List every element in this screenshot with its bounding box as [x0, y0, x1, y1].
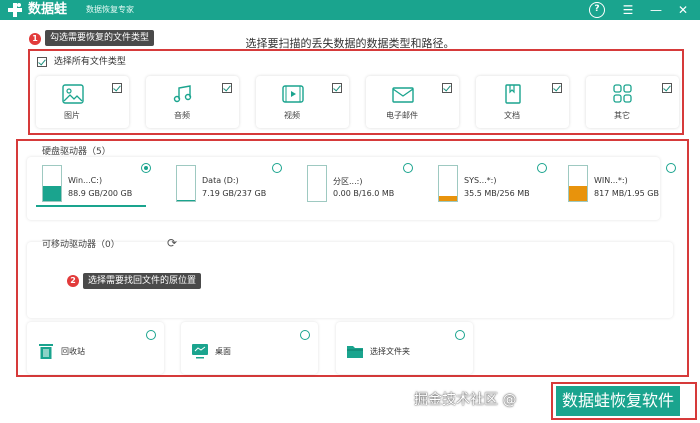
drive-item[interactable]: SYS...*:) 35.5 MB/256 MB: [434, 162, 554, 212]
location-label: 桌面: [215, 347, 231, 356]
drive-name: 分区...:): [333, 177, 363, 186]
step-1-tip: 勾选需要恢复的文件类型: [45, 30, 155, 46]
drive-radio[interactable]: [272, 163, 282, 173]
help-icon[interactable]: ?: [589, 2, 605, 18]
image-icon: [62, 84, 84, 104]
title-bar: 数据蛙 数据恢复专家 ? ☰ — ✕: [0, 0, 700, 20]
document-checkbox[interactable]: [552, 83, 562, 93]
drive-name: SYS...*:): [464, 176, 497, 185]
close-icon[interactable]: ✕: [675, 2, 691, 18]
drive-size: 817 MB/1.95 GB: [594, 189, 659, 198]
video-checkbox[interactable]: [332, 83, 342, 93]
file-type-label: 视频: [284, 111, 300, 120]
image-checkbox[interactable]: [112, 83, 122, 93]
file-type-audio[interactable]: 音频: [146, 76, 239, 128]
drive-size: 35.5 MB/256 MB: [464, 189, 530, 198]
file-type-video[interactable]: 视频: [256, 76, 349, 128]
step-2-badge: 2: [67, 275, 79, 287]
drive-name: Data (D:): [202, 176, 239, 185]
drive-usage-fill: [439, 196, 457, 201]
drive-usage-fill: [569, 186, 587, 201]
file-type-label: 电子邮件: [386, 111, 418, 120]
drive-icon: [438, 165, 458, 202]
drive-icon: [42, 165, 62, 202]
menu-icon[interactable]: ☰: [620, 2, 636, 18]
other-checkbox[interactable]: [662, 83, 672, 93]
checkbox-icon[interactable]: [37, 56, 47, 67]
select-all-checkbox[interactable]: 选择所有文件类型: [37, 56, 126, 68]
recycle-bin-radio[interactable]: [146, 330, 156, 340]
file-type-label: 音频: [174, 111, 190, 120]
folder-icon: [347, 346, 363, 358]
removable-title: 可移动驱动器（0）: [42, 240, 120, 250]
drive-radio[interactable]: [403, 163, 413, 173]
file-type-label: 其它: [614, 111, 630, 120]
watermark-highlight: [551, 382, 697, 420]
drive-radio[interactable]: [141, 163, 151, 173]
location-label: 选择文件夹: [370, 347, 410, 356]
email-checkbox[interactable]: [442, 83, 452, 93]
desktop-icon: [192, 344, 208, 359]
file-type-label: 图片: [64, 111, 80, 120]
drive-name: Win...C:): [68, 176, 103, 185]
drive-name: WIN...*:): [594, 176, 628, 185]
step-2-tip: 选择需要找回文件的原位置: [83, 273, 202, 289]
refresh-icon[interactable]: ⟳: [165, 236, 179, 250]
desktop-radio[interactable]: [300, 330, 310, 340]
location-choose-folder[interactable]: 选择文件夹: [336, 322, 473, 374]
video-icon: [282, 85, 304, 103]
file-type-document[interactable]: 文档: [476, 76, 569, 128]
drive-radio[interactable]: [666, 163, 676, 173]
choose-folder-radio[interactable]: [455, 330, 465, 340]
location-desktop[interactable]: 桌面: [181, 322, 318, 374]
select-all-label: 选择所有文件类型: [53, 57, 126, 67]
document-icon: [505, 84, 521, 104]
minimize-icon[interactable]: —: [648, 2, 664, 18]
selected-drive-indicator: [36, 205, 146, 207]
recycle-bin-icon: [39, 344, 53, 359]
drive-icon: [568, 165, 588, 202]
drive-radio[interactable]: [537, 163, 547, 173]
drive-size: 0.00 B/16.0 MB: [333, 189, 395, 198]
file-type-label: 文档: [504, 111, 520, 120]
other-icon: [613, 84, 632, 103]
drive-usage-fill: [177, 199, 195, 201]
drive-icon: [307, 165, 327, 202]
location-recycle-bin[interactable]: 回收站: [27, 322, 164, 374]
file-type-other[interactable]: 其它: [586, 76, 679, 128]
app-subtitle: 数据恢复专家: [86, 5, 134, 14]
drive-icon: [176, 165, 196, 202]
email-icon: [392, 87, 414, 103]
app-name: 数据蛙: [28, 2, 68, 17]
drive-size: 7.19 GB/237 GB: [202, 189, 267, 198]
hard-drives-title: 硬盘驱动器（5）: [42, 147, 111, 157]
step-1-badge: 1: [29, 33, 41, 45]
drive-usage-fill: [43, 185, 61, 201]
drive-size: 88.9 GB/200 GB: [68, 189, 133, 198]
app-logo-icon: [8, 3, 22, 17]
watermark-left: 掘金技术社区 @: [414, 392, 517, 408]
file-type-email[interactable]: 电子邮件: [366, 76, 459, 128]
audio-checkbox[interactable]: [222, 83, 232, 93]
location-label: 回收站: [61, 347, 85, 356]
music-icon: [173, 85, 192, 103]
file-type-image[interactable]: 图片: [36, 76, 129, 128]
